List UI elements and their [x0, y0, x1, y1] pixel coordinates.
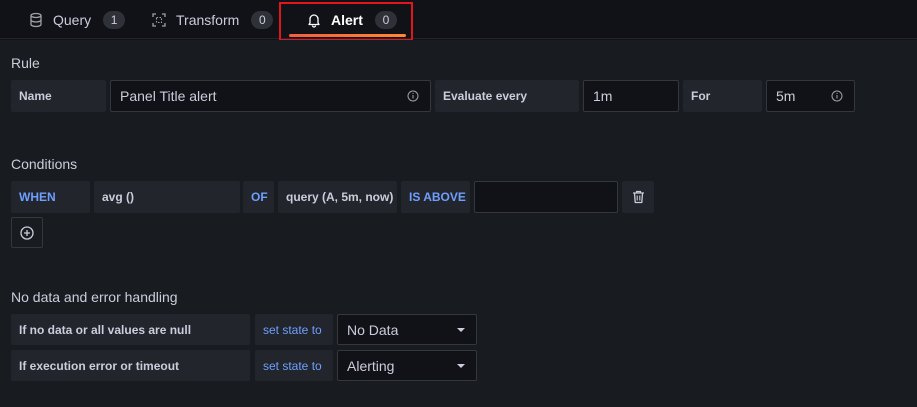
of-label: OF	[251, 190, 268, 204]
evaluate-every-input[interactable]: 1m	[583, 80, 679, 112]
when-label: WHEN	[19, 190, 56, 204]
info-icon	[407, 90, 419, 102]
error-set-state: set state to	[255, 350, 333, 381]
chevron-down-icon	[457, 364, 465, 368]
for-label: For	[683, 80, 762, 112]
evaluate-every-label: Evaluate every	[435, 80, 579, 112]
database-icon	[30, 12, 42, 27]
threshold-input[interactable]	[474, 181, 618, 213]
tab-query-label: Query	[53, 11, 92, 28]
tab-transform-count: 0	[251, 10, 274, 29]
add-condition-button[interactable]	[11, 217, 43, 248]
nodata-label: If no data or all values are null	[11, 314, 250, 345]
for-input[interactable]: 5m	[766, 80, 855, 112]
reducer-function[interactable]: avg ()	[94, 181, 240, 213]
info-icon	[831, 90, 843, 102]
query-selector-label: query (A, 5m, now)	[286, 190, 394, 204]
nodata-set-state-label: set state to	[263, 322, 322, 337]
highlight-annotation	[279, 2, 413, 41]
tab-bar: Query 1 Transform 0 Alert 0	[0, 0, 917, 41]
nodata-set-state: set state to	[255, 314, 333, 345]
when-keyword[interactable]: WHEN	[11, 181, 90, 213]
error-label: If execution error or timeout	[11, 350, 250, 381]
tab-transform[interactable]: Transform 0	[151, 0, 274, 39]
plus-circle-icon	[20, 225, 34, 240]
name-label: Name	[11, 80, 106, 112]
of-keyword: OF	[243, 181, 274, 213]
rule-name-input[interactable]: Panel Title alert	[110, 80, 431, 112]
reducer-function-label: avg ()	[102, 190, 135, 204]
conditions-section-title: Conditions	[11, 156, 78, 172]
tab-query-count: 1	[103, 10, 126, 29]
error-set-state-label: set state to	[263, 358, 322, 373]
query-selector[interactable]: query (A, 5m, now)	[278, 181, 397, 213]
evaluator-type[interactable]: IS ABOVE	[401, 181, 470, 213]
for-value: 5m	[776, 88, 796, 104]
nodata-state-select[interactable]: No Data	[337, 314, 477, 345]
tab-query[interactable]: Query 1	[28, 0, 126, 39]
rule-section-title: Rule	[11, 55, 40, 71]
trash-icon	[632, 190, 644, 204]
tab-transform-label: Transform	[176, 11, 240, 28]
nodata-section-title: No data and error handling	[11, 289, 178, 305]
error-state-select[interactable]: Alerting	[337, 350, 477, 381]
chevron-down-icon	[457, 328, 465, 332]
delete-condition-button[interactable]	[622, 181, 654, 213]
rule-name-value: Panel Title alert	[120, 88, 217, 104]
nodata-state-value: No Data	[347, 321, 399, 338]
evaluator-type-label: IS ABOVE	[409, 190, 466, 204]
transform-icon	[152, 12, 166, 27]
error-state-value: Alerting	[347, 357, 395, 374]
evaluate-every-value: 1m	[593, 88, 613, 104]
alert-panel: Rule Name Panel Title alert Evaluate eve…	[0, 40, 917, 407]
